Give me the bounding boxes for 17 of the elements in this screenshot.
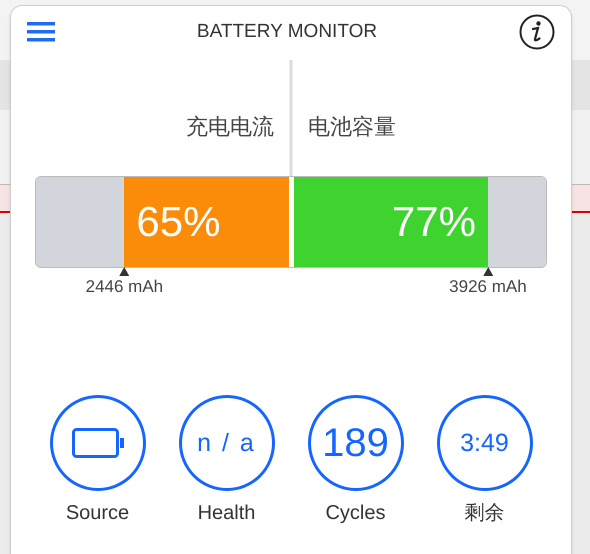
stat-value: n / a — [197, 430, 256, 456]
stat-label: Cycles — [325, 503, 386, 523]
gauge-label: 充电电流 — [186, 113, 274, 141]
info-icon[interactable] — [519, 14, 555, 50]
menu-icon[interactable] — [27, 22, 55, 42]
stat-value: 189 — [322, 423, 389, 463]
stat-value: 3:49 — [460, 430, 509, 456]
window-title: BATTERY MONITOR — [196, 20, 378, 44]
stat-label: Health — [198, 503, 256, 523]
percent-reading: 65% — [136, 201, 220, 243]
capacity-reading: 2446 mAh — [86, 276, 164, 298]
gauge-label: 电池容量 — [308, 113, 396, 141]
capacity-reading: 3926 mAh — [449, 276, 527, 298]
percent-reading: 77% — [392, 201, 476, 243]
stat-label: Source — [66, 503, 130, 523]
battery-icon — [72, 428, 124, 458]
stat-label: 剩余 — [464, 503, 504, 523]
